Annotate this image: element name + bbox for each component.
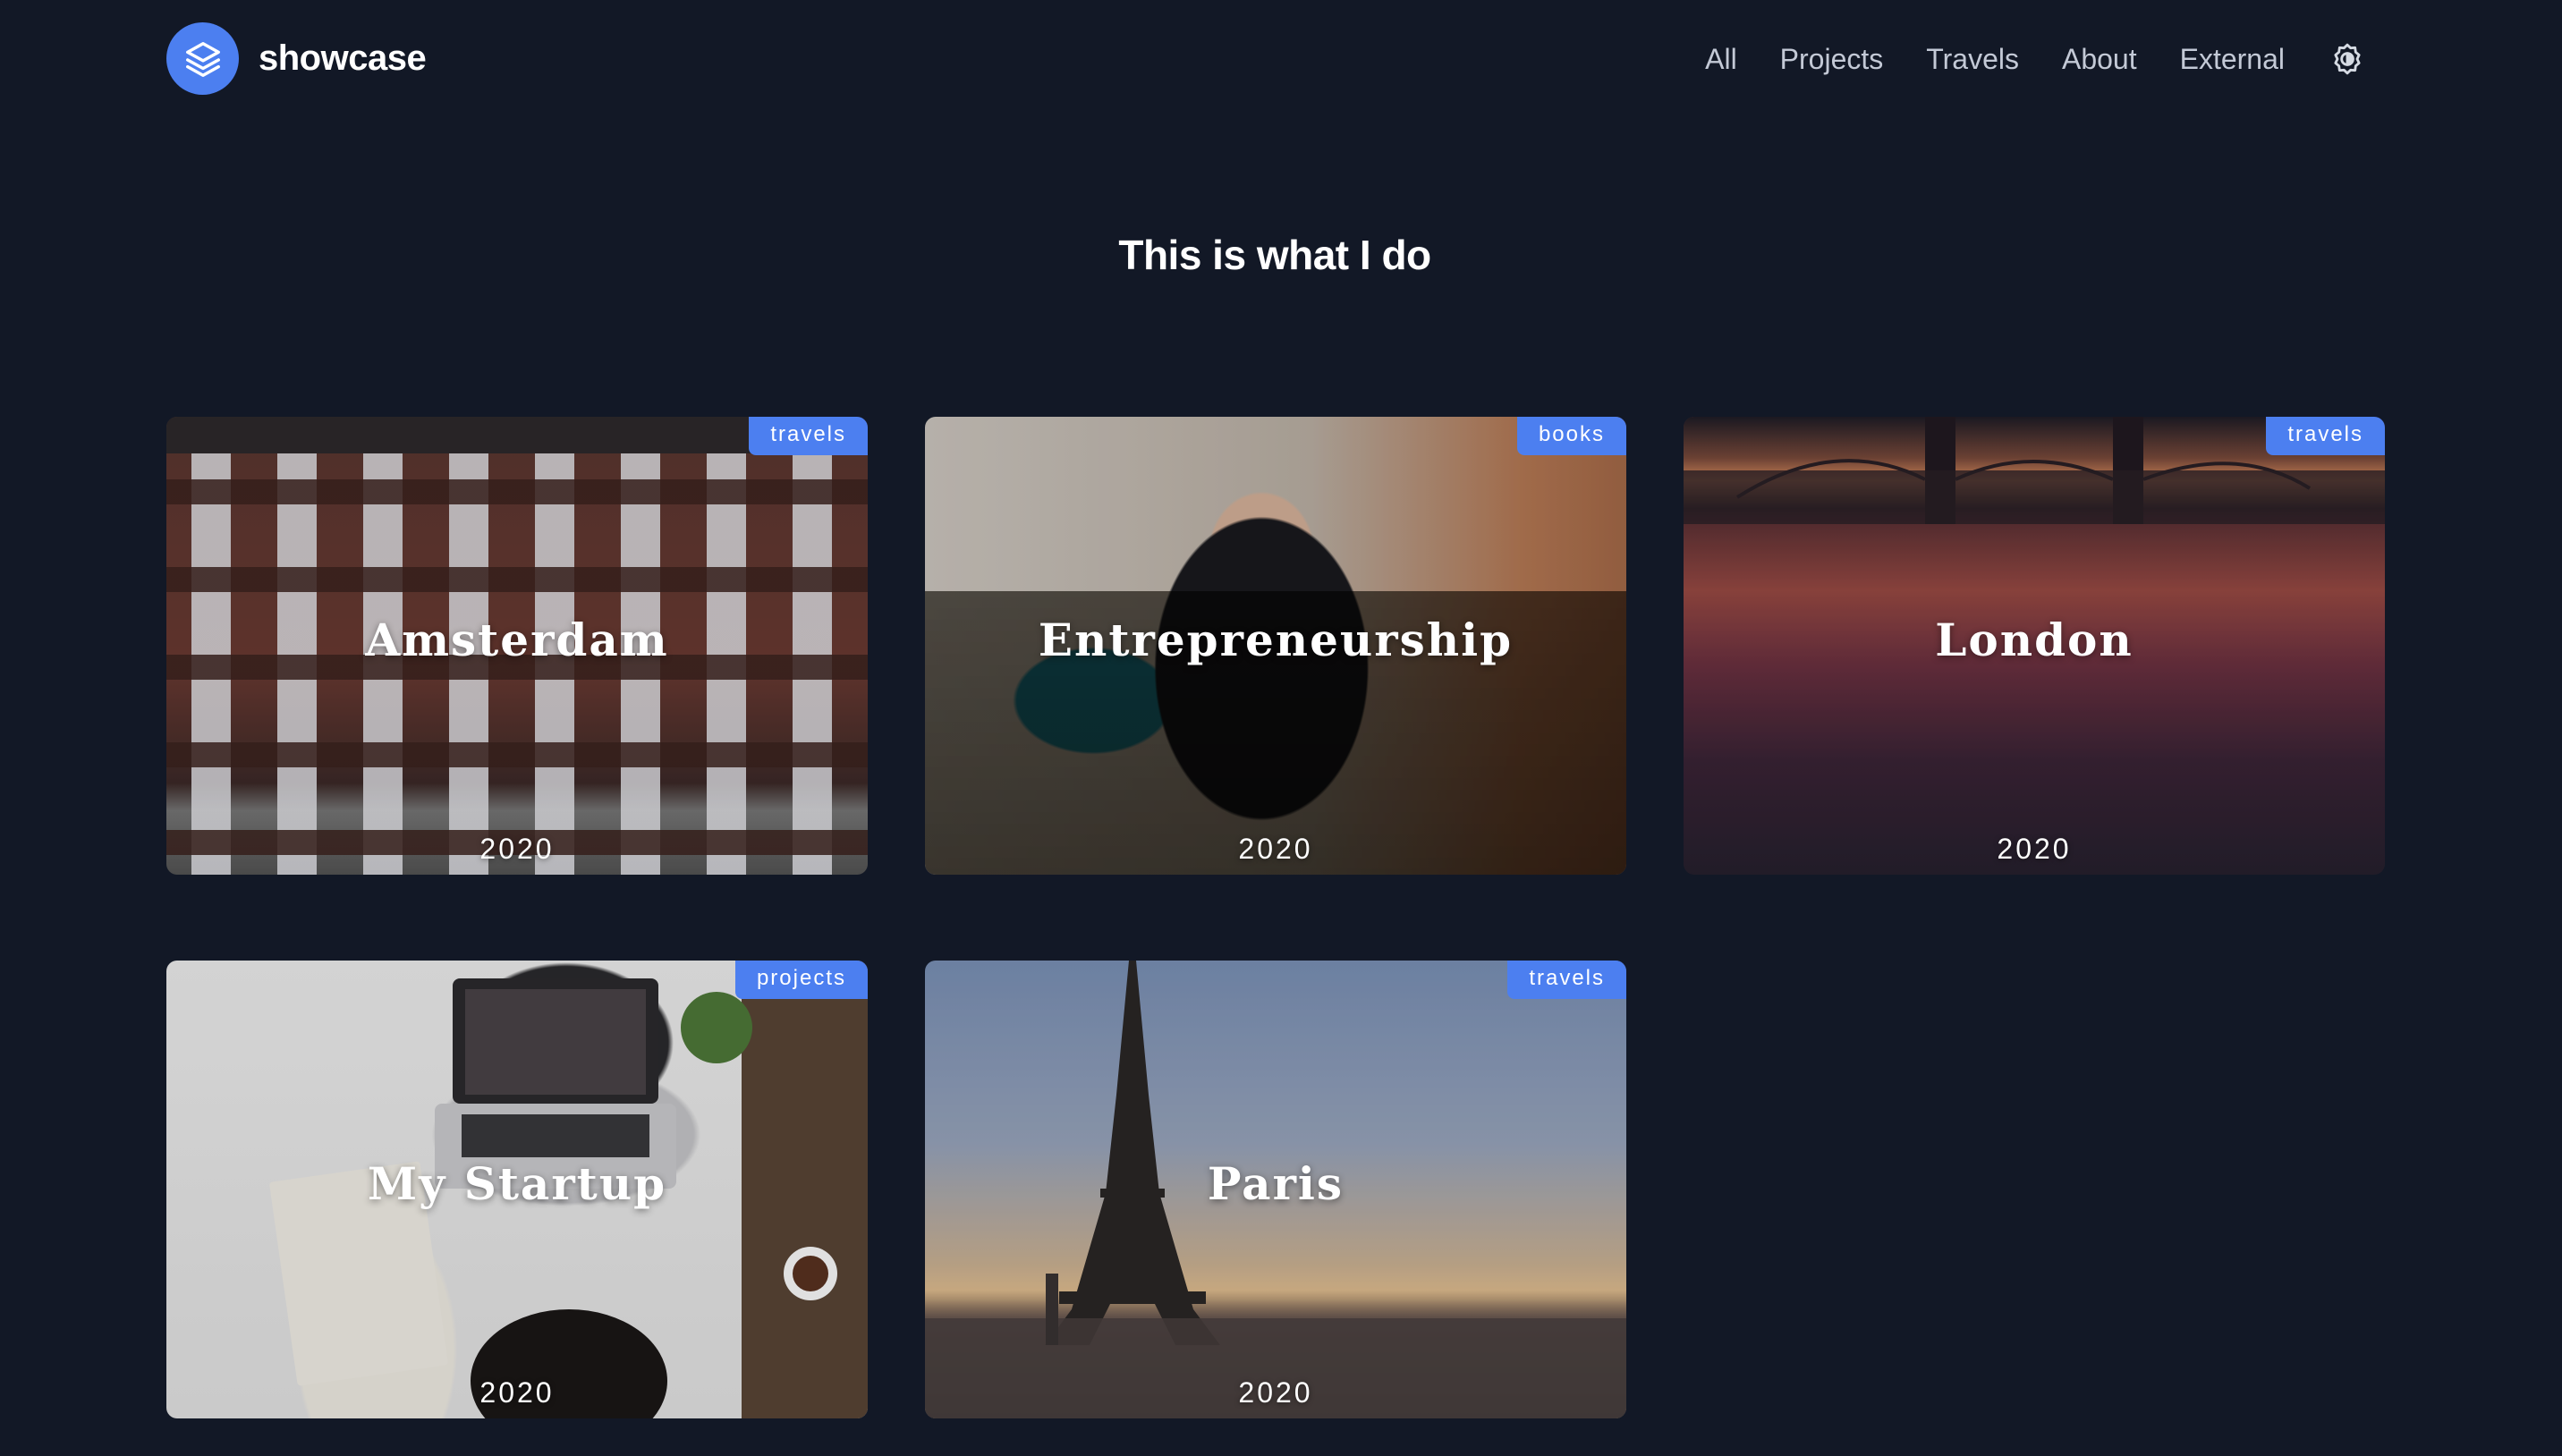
card-tag[interactable]: travels xyxy=(749,417,868,455)
card-title: Paris xyxy=(1207,1157,1345,1210)
card-year: 2020 xyxy=(479,833,555,865)
card-title: My Startup xyxy=(367,1157,667,1210)
theme-toggle-button[interactable] xyxy=(2328,39,2367,79)
card-tag[interactable]: books xyxy=(1516,417,1626,455)
card-tag[interactable]: travels xyxy=(2266,417,2385,455)
nav-item-all[interactable]: All xyxy=(1705,36,1737,82)
card-amsterdam[interactable]: travels Amsterdam 2020 xyxy=(166,417,868,875)
nav-item-travels[interactable]: Travels xyxy=(1926,36,2019,82)
card-title: Entrepreneurship xyxy=(1038,614,1514,666)
nav-item-projects[interactable]: Projects xyxy=(1780,36,1884,82)
card-paris[interactable]: travels Paris 2020 xyxy=(925,961,1626,1418)
card-year: 2020 xyxy=(1238,1376,1313,1409)
card-tag[interactable]: projects xyxy=(734,961,868,999)
card-year: 2020 xyxy=(479,1376,555,1409)
card-title: Amsterdam xyxy=(365,614,669,666)
card-tag[interactable]: travels xyxy=(1507,961,1626,999)
main-nav: All Projects Travels About External xyxy=(1705,36,2367,82)
card-london[interactable]: travels London 2020 xyxy=(1684,417,2385,875)
card-year: 2020 xyxy=(1997,833,2072,865)
card-year: 2020 xyxy=(1238,833,1313,865)
sun-settings-icon xyxy=(2334,43,2361,75)
site-header: showcase All Projects Travels About Exte… xyxy=(0,0,2562,118)
page-title: This is what I do xyxy=(1118,232,1431,278)
nav-item-external[interactable]: External xyxy=(2180,36,2285,82)
nav-item-about[interactable]: About xyxy=(2062,36,2137,82)
card-title: London xyxy=(1935,614,2134,666)
brand-name: showcase xyxy=(259,38,427,78)
card-my-startup[interactable]: projects My Startup 2020 xyxy=(166,961,868,1418)
layers-icon xyxy=(166,22,239,95)
brand-home-link[interactable]: showcase xyxy=(166,22,427,95)
card-entrepreneurship[interactable]: books Entrepreneurship 2020 xyxy=(925,417,1626,875)
